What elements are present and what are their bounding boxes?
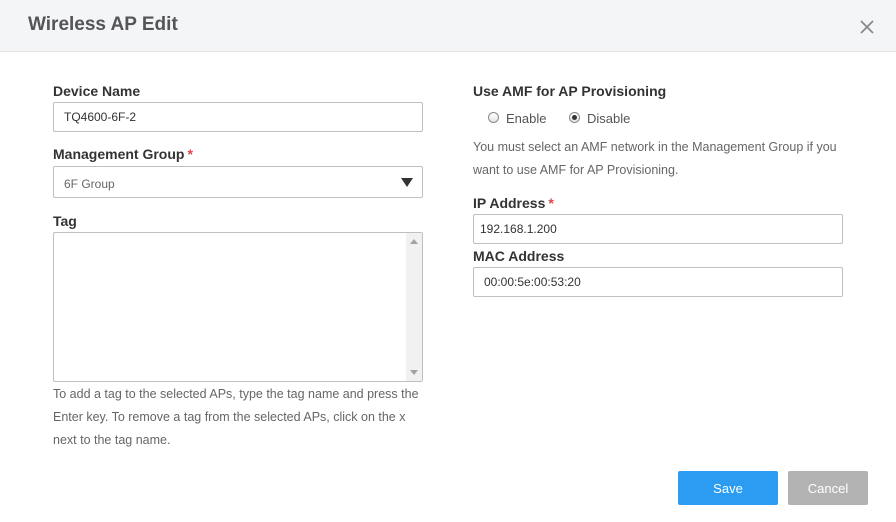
mac-address-input[interactable]: [473, 267, 843, 297]
dialog-header: Wireless AP Edit: [0, 0, 896, 52]
device-name-input[interactable]: [53, 102, 423, 132]
tag-label-text: Tag: [53, 213, 77, 229]
tag-textarea-wrapper: [53, 232, 423, 382]
device-name-label: Device Name: [53, 83, 140, 99]
tag-scrollbar[interactable]: [406, 233, 422, 381]
radio-unchecked-icon[interactable]: [488, 112, 499, 123]
cancel-button[interactable]: Cancel: [788, 471, 868, 505]
management-group-label-text: Management Group: [53, 146, 185, 162]
required-mark: *: [548, 195, 554, 211]
ip-address-input[interactable]: [473, 214, 843, 244]
tag-label: Tag: [53, 213, 77, 229]
tag-help-text: To add a tag to the selected APs, type t…: [53, 387, 419, 447]
management-group-selected-value: 6F Group: [64, 177, 115, 191]
mac-address-label-text: MAC Address: [473, 248, 565, 264]
caret-down-icon: [401, 178, 413, 187]
scroll-up-icon[interactable]: [410, 239, 418, 244]
amf-enable-label: Enable: [506, 111, 547, 126]
close-icon: [860, 20, 874, 34]
dialog-title: Wireless AP Edit: [28, 14, 178, 35]
device-name-label-text: Device Name: [53, 83, 141, 99]
ip-address-label: IP Address *: [473, 195, 554, 211]
required-mark: *: [187, 146, 193, 162]
close-button[interactable]: [856, 16, 878, 38]
amf-label: Use AMF for AP Provisioning: [473, 83, 666, 99]
amf-help-text: You must select an AMF network in the Ma…: [473, 140, 837, 177]
tag-textarea[interactable]: [54, 233, 404, 379]
management-group-label: Management Group *: [53, 146, 193, 162]
amf-disable-label: Disable: [587, 111, 631, 126]
save-button[interactable]: Save: [678, 471, 778, 505]
amf-label-text: Use AMF for AP Provisioning: [473, 83, 667, 99]
radio-checked-icon[interactable]: [569, 112, 580, 123]
scroll-down-icon[interactable]: [410, 370, 418, 375]
management-group-select[interactable]: 6F Group: [53, 166, 423, 198]
mac-address-label: MAC Address: [473, 248, 564, 264]
ip-address-label-text: IP Address: [473, 195, 546, 211]
